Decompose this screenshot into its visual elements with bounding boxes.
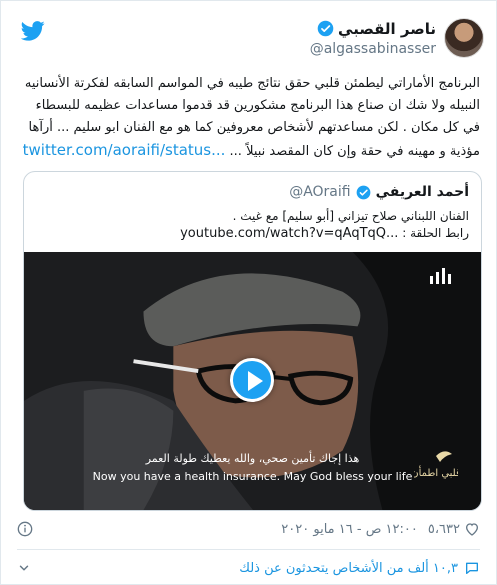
divider: [17, 549, 480, 550]
show-logo: قلبي اطمأن: [414, 451, 458, 479]
tweet-link[interactable]: twitter.com/aoraifi/status...: [23, 141, 226, 159]
video-subtitle-arabic: هذا إجاك تأمين صحي، والله يعطيك طولة الع…: [145, 452, 360, 465]
quoted-link[interactable]: youtube.com/watch?v=qAqTqQ...: [180, 226, 398, 241]
timestamp[interactable]: ١٢:٠٠ ص - ١٦ مايو ٢٠٢٠: [281, 522, 418, 537]
meta-right: ٥،٦٣٢ ١٢:٠٠ ص - ١٦ مايو ٢٠٢٠: [281, 521, 480, 537]
quoted-tweet-header: @AOraifi أحمد العريفي: [36, 182, 469, 202]
quoted-tweet-text: الفنان اللبناني صلاح تيزاني [أبو سليم] م…: [36, 208, 469, 242]
like-button[interactable]: ٥،٦٣٢: [428, 521, 480, 537]
tweet-footer: ١٠,٣ ألف من الأشخاص يتحدثون عن ذلك: [17, 557, 480, 579]
heart-icon: [465, 523, 479, 536]
quoted-tweet[interactable]: @AOraifi أحمد العريفي الفنان اللبناني صل…: [23, 171, 482, 511]
show-logo-text: قلبي اطمأن: [414, 465, 458, 479]
tweet-text: البرنامج الأماراتي ليطمئن قلبي حقق نتائج…: [17, 73, 480, 163]
video-player[interactable]: هذا إجاك تأمين صحي، والله يعطيك طولة الع…: [24, 252, 481, 510]
quoted-line-1: الفنان اللبناني صلاح تيزاني [أبو سليم] م…: [232, 209, 469, 223]
conversation-text: ١٠,٣ ألف من الأشخاص يتحدثون عن ذلك: [239, 560, 458, 576]
quoted-author-name: أحمد العريفي: [375, 184, 469, 200]
quoted-link-label: رابط الحلقة :: [402, 226, 469, 240]
quoted-line-2: رابط الحلقة : youtube.com/watch?v=qAqTqQ…: [36, 225, 469, 242]
tweet-meta: ٥،٦٣٢ ١٢:٠٠ ص - ١٦ مايو ٢٠٢٠: [17, 519, 480, 539]
video-subtitle-english: Now you have a health insurance. May God…: [92, 470, 413, 483]
chevron-down-icon[interactable]: [17, 561, 31, 575]
tweet-header: ناصر القصبي @algassabinasser: [13, 13, 484, 63]
avatar[interactable]: [444, 18, 484, 58]
info-icon[interactable]: [17, 521, 33, 537]
likes-count: ٥،٦٣٢: [427, 521, 460, 537]
twitter-bird-icon[interactable]: [21, 21, 45, 41]
conversation-link[interactable]: ١٠,٣ ألف من الأشخاص يتحدثون عن ذلك: [239, 560, 480, 576]
embedded-tweet-card: ناصر القصبي @algassabinasser البرنامج ال…: [0, 0, 497, 585]
author-name-row: ناصر القصبي: [310, 20, 436, 38]
author-handle[interactable]: @algassabinasser: [310, 41, 436, 57]
author-name[interactable]: ناصر القصبي: [338, 20, 436, 38]
speech-bubble-icon: [466, 562, 478, 574]
play-button[interactable]: [230, 358, 274, 402]
tweet-author[interactable]: ناصر القصبي @algassabinasser: [310, 13, 484, 63]
verified-badge-icon: [356, 185, 370, 199]
author-text: ناصر القصبي @algassabinasser: [310, 20, 436, 57]
channel-mark-icon: [430, 268, 451, 284]
play-icon: [248, 371, 263, 391]
verified-badge-icon: [317, 20, 334, 37]
quoted-author-handle: @AOraifi: [289, 184, 351, 200]
